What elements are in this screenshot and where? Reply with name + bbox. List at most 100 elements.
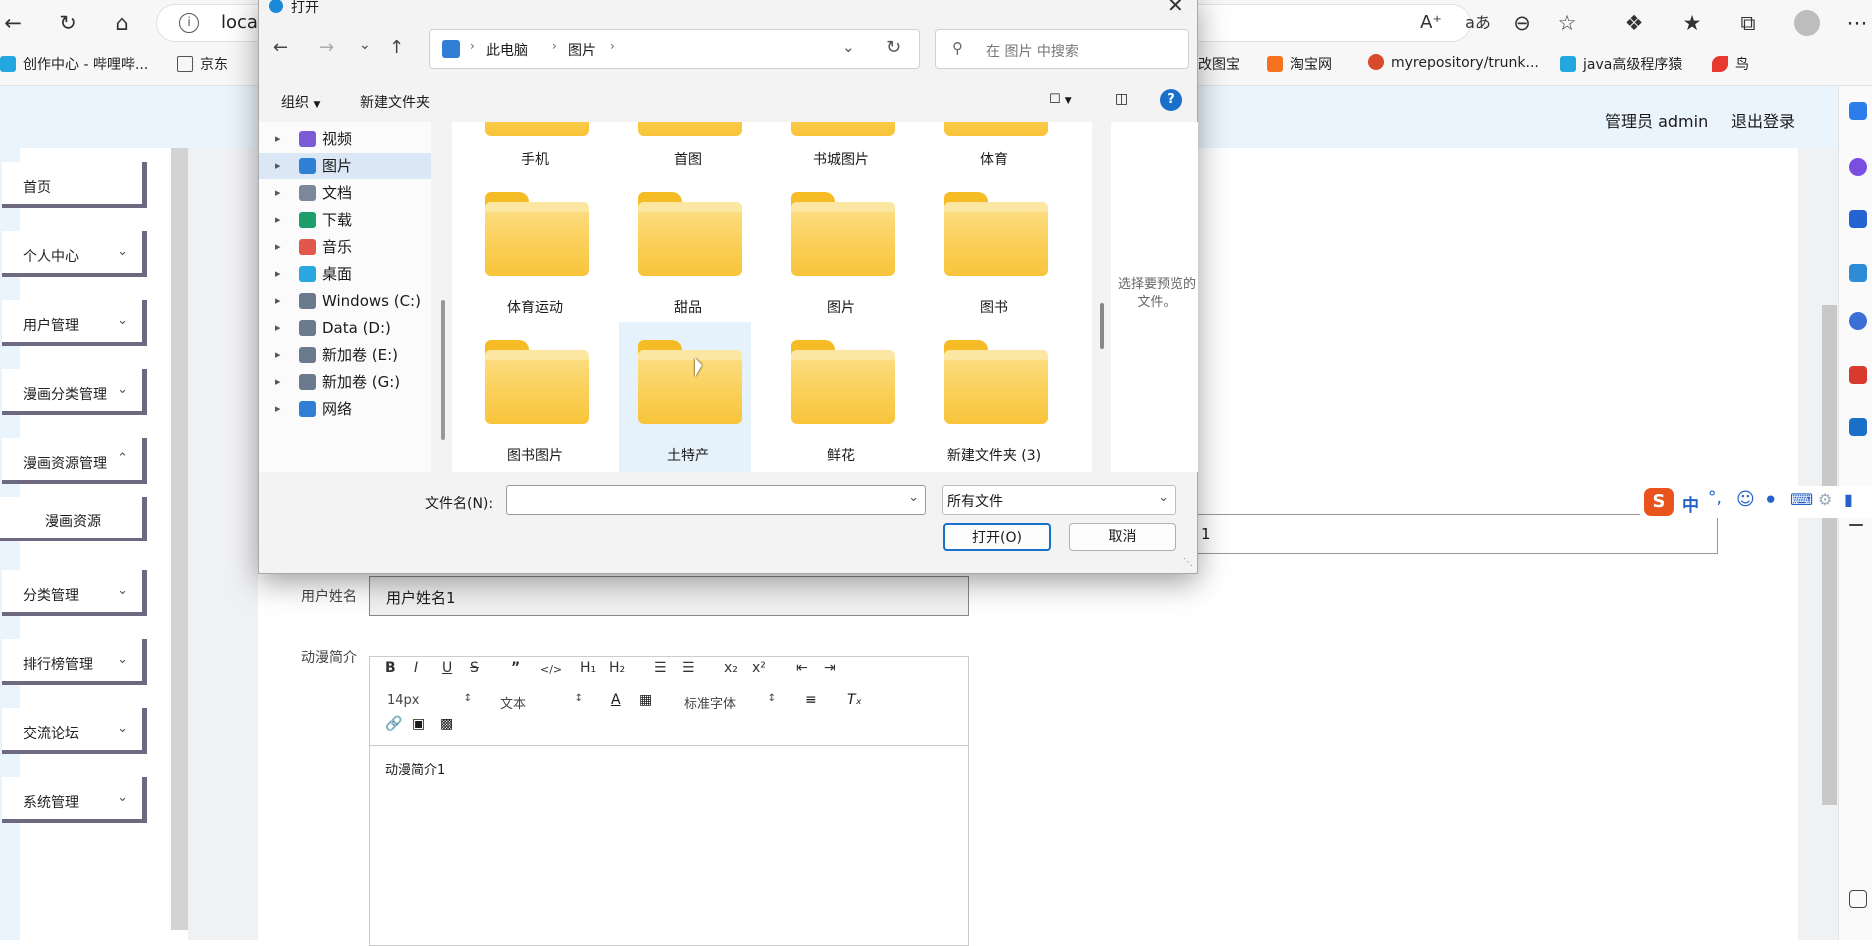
open-button[interactable]: 打开(O) bbox=[943, 523, 1051, 551]
font-family-select[interactable]: 标准字体 ↕ bbox=[684, 693, 776, 712]
bookmark-myrepository[interactable]: myrepository/trunk... bbox=[1368, 54, 1539, 71]
logout-link[interactable]: 退出登录 bbox=[1731, 108, 1795, 132]
tree-scrollbar[interactable] bbox=[441, 300, 445, 440]
username-input[interactable]: 用户姓名1 bbox=[369, 576, 969, 616]
tree-item-network[interactable]: ▸ 网络 bbox=[259, 396, 431, 422]
view-icon[interactable]: ☐ ▼ bbox=[1049, 92, 1072, 107]
refresh-icon[interactable]: ↻ bbox=[55, 10, 81, 36]
chevron-down-icon[interactable]: ⌄ bbox=[842, 38, 855, 56]
punctuation-icon[interactable]: °, bbox=[1708, 488, 1722, 508]
sidebar-item-comic-resource[interactable]: 漫画资源管理 ⌃ bbox=[2, 438, 147, 484]
sidebar-item-users[interactable]: 用户管理 ⌄ bbox=[2, 300, 147, 346]
preview-pane-icon[interactable]: ◫ bbox=[1115, 91, 1128, 107]
people-icon[interactable] bbox=[1849, 312, 1867, 330]
info-icon[interactable]: i bbox=[179, 13, 199, 33]
file-list-scrollbar[interactable] bbox=[1100, 303, 1104, 349]
help-icon[interactable]: ? bbox=[1160, 89, 1182, 111]
read-aloud-icon[interactable]: A⁺ bbox=[1418, 10, 1444, 36]
tree-item-documents[interactable]: ▸ 文档 bbox=[259, 180, 431, 206]
heading2-icon[interactable]: H₂ bbox=[609, 660, 625, 676]
add-icon[interactable] bbox=[1849, 524, 1863, 526]
tree-item-desktop[interactable]: ▸ 桌面 bbox=[259, 261, 431, 287]
breadcrumb[interactable]: › 此电脑 › 图片 › ⌄ ↻ bbox=[429, 29, 920, 69]
back-icon[interactable]: ← bbox=[0, 10, 26, 36]
sidebar-item-system[interactable]: 系统管理 ⌄ bbox=[2, 777, 147, 823]
ordered-list-icon[interactable]: ☰ bbox=[654, 660, 667, 676]
folder-label[interactable]: 图书 bbox=[919, 297, 1069, 317]
tree-item-videos[interactable]: ▸ 视频 bbox=[259, 126, 431, 152]
chevron-down-icon[interactable]: ⌄ bbox=[908, 490, 919, 505]
microphone-icon[interactable]: ⚫ bbox=[1764, 490, 1777, 509]
favorites-icon[interactable]: ★ bbox=[1679, 10, 1705, 36]
folder-label[interactable]: 书城图片 bbox=[766, 149, 916, 169]
sogou-icon[interactable]: S bbox=[1644, 488, 1674, 516]
sidebar-item-home[interactable]: 首页 bbox=[2, 162, 147, 208]
ime-mode[interactable]: 中 bbox=[1682, 491, 1699, 516]
profile-avatar[interactable] bbox=[1794, 10, 1820, 36]
folder-icon[interactable] bbox=[786, 192, 896, 276]
add-favorite-icon[interactable]: ☆ bbox=[1554, 10, 1580, 36]
outlook-icon[interactable] bbox=[1849, 418, 1867, 436]
clear-format-icon[interactable]: Tₓ bbox=[847, 692, 862, 708]
bookmark-bird[interactable]: 鸟 bbox=[1712, 54, 1749, 74]
filetype-select[interactable]: 所有文件 ⌄ bbox=[942, 485, 1176, 515]
italic-icon[interactable]: I bbox=[414, 660, 418, 676]
address-text[interactable]: local bbox=[221, 12, 263, 33]
video-icon[interactable]: ▩ bbox=[440, 716, 453, 732]
up-icon[interactable]: ↑ bbox=[389, 37, 404, 58]
breadcrumb-pictures[interactable]: 图片 bbox=[568, 40, 596, 60]
folder-icon[interactable] bbox=[480, 340, 590, 424]
tools-icon[interactable] bbox=[1849, 264, 1867, 282]
bookmark-java[interactable]: java高级程序猿 bbox=[1560, 54, 1682, 74]
folder-icon[interactable] bbox=[786, 340, 896, 424]
recent-chevron-icon[interactable]: ⌄ bbox=[359, 37, 371, 53]
search-input[interactable]: 在 图片 中搜索 bbox=[986, 41, 1079, 61]
tree-item-music[interactable]: ▸ 音乐 bbox=[259, 234, 431, 260]
folder-icon[interactable] bbox=[480, 122, 590, 136]
folder-label[interactable]: 图书图片 bbox=[460, 445, 610, 465]
hidden-form-field[interactable]: 1 bbox=[1150, 514, 1718, 554]
folder-label[interactable]: 手机 bbox=[460, 149, 610, 169]
folder-label[interactable]: 图片 bbox=[766, 297, 916, 317]
indent-icon[interactable]: ⇥ bbox=[824, 660, 836, 676]
tools-icon[interactable]: ⚙ bbox=[1818, 490, 1832, 509]
tree-item-pictures[interactable]: ▸ 图片 bbox=[259, 153, 431, 179]
shopping-icon[interactable] bbox=[1849, 210, 1867, 228]
back-icon[interactable]: ← bbox=[273, 37, 288, 58]
image-icon[interactable]: ▣ bbox=[412, 716, 425, 732]
collections-icon[interactable]: ⧉ bbox=[1735, 10, 1761, 36]
resize-grip-icon[interactable]: ⋱ bbox=[1183, 557, 1193, 568]
code-icon[interactable]: </> bbox=[540, 663, 562, 676]
emoji-icon[interactable]: ☺ bbox=[1736, 489, 1755, 510]
subscript-icon[interactable]: x₂ bbox=[724, 660, 738, 676]
folder-label[interactable]: 土特产 bbox=[613, 445, 763, 465]
align-icon[interactable]: ≡ bbox=[805, 692, 817, 708]
folder-icon[interactable] bbox=[939, 340, 1049, 424]
underline-icon[interactable]: U bbox=[442, 660, 452, 676]
bookmark-gaitubao[interactable]: 改图宝 bbox=[1198, 54, 1240, 74]
sidebar-item-forum[interactable]: 交流论坛 ⌄ bbox=[2, 708, 147, 754]
sidebar-item-profile[interactable]: 个人中心 ⌄ bbox=[2, 231, 147, 277]
link-icon[interactable]: 🔗 bbox=[385, 716, 402, 732]
sidebar-subitem-comic-resource[interactable]: 漫画资源 bbox=[0, 497, 147, 541]
bold-icon[interactable]: B bbox=[385, 660, 396, 676]
sidebar-item-comic-category[interactable]: 漫画分类管理 ⌄ bbox=[2, 369, 147, 415]
folder-icon[interactable] bbox=[633, 122, 743, 136]
strike-icon[interactable]: S bbox=[470, 660, 479, 676]
font-color-icon[interactable]: A bbox=[611, 692, 621, 708]
exit-icon[interactable] bbox=[1849, 890, 1867, 908]
heading1-icon[interactable]: H₁ bbox=[580, 660, 596, 676]
bullet-list-icon[interactable]: ☰ bbox=[682, 660, 695, 676]
breadcrumb-this-pc[interactable]: 此电脑 bbox=[486, 40, 528, 60]
sidebar-item-ranking[interactable]: 排行榜管理 ⌄ bbox=[2, 639, 147, 685]
tree-item-drive-g[interactable]: ▸ 新加卷 (G:) bbox=[259, 369, 431, 395]
close-icon[interactable]: ✕ bbox=[1167, 0, 1184, 17]
folder-icon[interactable] bbox=[633, 340, 743, 424]
organize-button[interactable]: 组织 ▼ bbox=[281, 92, 320, 112]
folder-label[interactable]: 首图 bbox=[613, 149, 763, 169]
translate-icon[interactable]: aあ bbox=[1465, 10, 1491, 36]
office-icon[interactable] bbox=[1849, 366, 1867, 384]
background-color-icon[interactable]: ▦ bbox=[639, 692, 652, 708]
folder-label[interactable]: 鲜花 bbox=[766, 445, 916, 465]
folder-icon[interactable] bbox=[480, 192, 590, 276]
